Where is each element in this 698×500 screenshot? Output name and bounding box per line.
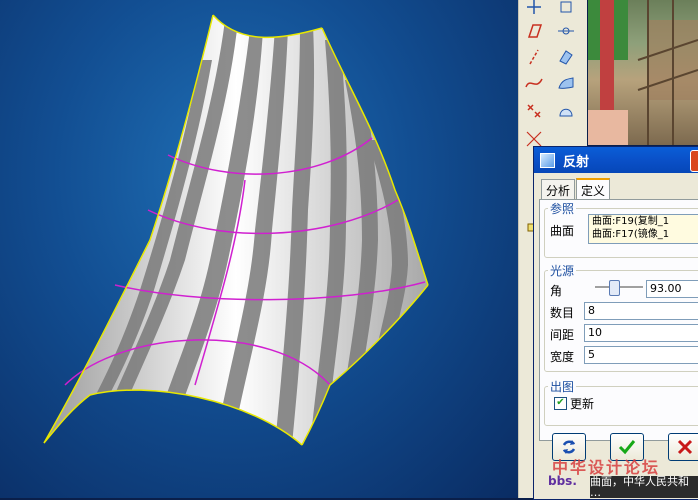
- output-group-title: 出图: [548, 378, 577, 395]
- width-input[interactable]: 5: [584, 346, 698, 364]
- datum-axis-icon[interactable]: [555, 0, 577, 18]
- datum-point-icon[interactable]: [555, 20, 577, 42]
- dialog-app-icon: [540, 152, 555, 168]
- surface-list-item[interactable]: 曲面:F17(镜像_1: [592, 228, 698, 241]
- tab-definition[interactable]: 定义: [576, 178, 611, 201]
- light-group-title: 光源: [548, 262, 577, 279]
- parallelogram-icon[interactable]: [523, 20, 545, 42]
- spacing-label: 间距: [550, 328, 575, 342]
- count-label: 数目: [550, 306, 575, 320]
- datum-plane-icon[interactable]: [555, 46, 577, 68]
- surface-list[interactable]: 曲面:F19(复制_1 曲面:F17(镜像_1: [588, 214, 698, 244]
- curve-icon[interactable]: [523, 72, 545, 94]
- close-icon: [677, 439, 693, 455]
- update-label: 更新: [570, 397, 595, 411]
- cancel-button[interactable]: [668, 433, 698, 461]
- surface-icon[interactable]: [555, 72, 577, 94]
- spacing-input[interactable]: 10: [584, 324, 698, 342]
- close-icon[interactable]: [690, 150, 698, 172]
- zebra-surface-model: [43, 14, 429, 446]
- width-label: 宽度: [550, 350, 575, 364]
- surface-list-item[interactable]: 曲面:F19(复制_1: [592, 215, 698, 228]
- coordinate-icon[interactable]: [523, 100, 545, 122]
- reference-group-title: 参照: [548, 200, 577, 217]
- update-checkbox[interactable]: ✔: [554, 397, 567, 410]
- background-photo: [588, 0, 698, 145]
- surface-label: 曲面: [550, 224, 575, 238]
- reflection-dialog: 反射 分析 定义 参照 曲面 曲面:F19(复制_1 曲面:F17(镜像_1 光…: [533, 146, 698, 500]
- status-bar: 曲面，中华人民共和 …: [590, 476, 698, 498]
- angle-label: 角: [550, 284, 563, 298]
- watermark-url: bbs.: [548, 474, 577, 488]
- point-icon[interactable]: [523, 0, 545, 18]
- line-icon[interactable]: [523, 46, 545, 68]
- fill-surface-icon[interactable]: [555, 100, 577, 122]
- model-viewport[interactable]: [0, 0, 518, 498]
- dialog-titlebar[interactable]: 反射: [534, 147, 698, 173]
- angle-input[interactable]: 93.00: [646, 280, 698, 298]
- angle-slider-thumb[interactable]: [609, 280, 620, 296]
- count-input[interactable]: 8: [584, 302, 698, 320]
- angle-slider[interactable]: [595, 280, 643, 296]
- dialog-title: 反射: [563, 154, 590, 170]
